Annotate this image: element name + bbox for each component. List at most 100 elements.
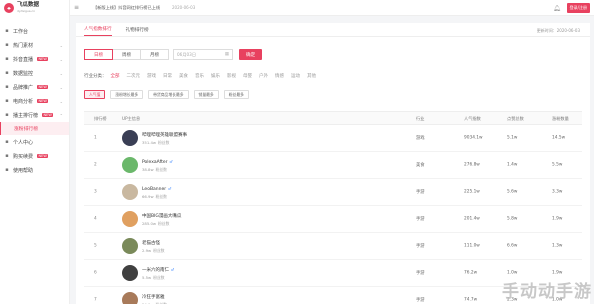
tab-0[interactable]: 人气指数排行 <box>84 26 112 36</box>
rank-number: 3 <box>94 189 97 195</box>
col-popularity[interactable]: 人气指数 <box>464 116 481 122</box>
live-icon: ▪ <box>5 56 9 62</box>
up-name[interactable]: 哔哩哔哩英雄联盟赛事 <box>142 132 187 138</box>
category-option[interactable]: 户外 <box>259 73 268 79</box>
category-option[interactable]: 情感 <box>275 73 284 79</box>
popularity-value: 276.8w <box>464 162 480 168</box>
fans-value: 66.9w <box>142 194 154 199</box>
sidebar-nav: ▪ 工作台 ▪ 热门素材 ⌄ ▪ 抖音直播 NEW ⌄ ▪ 数据监控 ⌄ ▪ 品牌推广 NEW ⌄ ▪ 电商分析 N… <box>0 24 69 177</box>
category-option[interactable]: 运动 <box>291 73 300 79</box>
avatar[interactable] <box>122 184 138 200</box>
sort-option[interactable]: 带货商品增长最多 <box>148 90 189 99</box>
col-industry: 行业 <box>416 116 425 121</box>
up-name[interactable]: 老猫古怪 <box>142 240 160 246</box>
category-option[interactable]: 美食 <box>179 73 188 79</box>
avatar[interactable] <box>122 157 138 173</box>
col-likes[interactable]: 点赞总数 <box>507 116 524 122</box>
chevron-icon: ⌄ <box>59 84 63 90</box>
logo[interactable]: 飞瓜数据 dy.feigua.cn <box>0 0 69 16</box>
likes-value: 5.1w <box>507 135 518 141</box>
sidebar-item-0[interactable]: ▪ 工作台 <box>0 24 69 38</box>
industry: 手游 <box>416 217 425 222</box>
date-value: 06月03日 <box>177 51 197 57</box>
notification-icon[interactable]: 🔔︎ <box>553 5 561 12</box>
sidebar-item-5[interactable]: ▪ 电商分析 NEW ⌄ <box>0 94 69 108</box>
date-picker[interactable]: 06月03日 ▦ <box>173 49 233 60</box>
pay-icon: ▪ <box>5 153 9 159</box>
sidebar-item-3[interactable]: ▪ 数据监控 ⌄ <box>0 66 69 80</box>
rank-number: 1 <box>94 135 97 141</box>
sidebar-item-label: 工作台 <box>13 28 29 35</box>
popularity-value: 74.7w <box>464 297 478 303</box>
fans-gain-value: 1.9w <box>552 270 563 276</box>
fans-count: 2.9w 粉丝数 <box>142 248 165 254</box>
fans-count: 351.4w 粉丝数 <box>142 140 169 146</box>
brand-icon: ▪ <box>5 84 9 90</box>
table-row[interactable]: 1 哔哩哔哩英雄联盟赛事 351.4w 粉丝数 游戏 9034.1w 5.1w 14.5w <box>84 125 582 152</box>
chevron-icon: ⌄ <box>59 42 63 48</box>
popularity-value: 201.4w <box>464 216 480 222</box>
sort-option[interactable]: 涨粉增长最多 <box>110 90 144 99</box>
industry: 美食 <box>416 163 425 168</box>
up-name-text: 冷狂手富雅 <box>142 295 165 300</box>
category-option[interactable]: 影视 <box>227 73 236 79</box>
tab-1[interactable]: 礼物排行榜 <box>126 27 149 36</box>
confirm-button[interactable]: 确定 <box>239 49 263 60</box>
period-option-2[interactable]: 月榜 <box>140 49 169 60</box>
period-option-0[interactable]: 日榜 <box>84 49 113 60</box>
category-option[interactable]: 母婴 <box>243 73 252 79</box>
category-option[interactable]: 音乐 <box>195 73 204 79</box>
sort-option[interactable]: 人气值 <box>84 90 106 99</box>
category-option[interactable]: 其他 <box>307 73 316 79</box>
top-bar: ≡ 【新版上线】抖音网红排行榜已上线 2020-06-03 🔔︎ 登录/注册 <box>70 0 594 16</box>
sort-option[interactable]: 销量最多 <box>193 90 219 99</box>
sidebar-item-1[interactable]: ▪ 热门素材 ⌄ <box>0 38 69 52</box>
avatar[interactable] <box>122 238 138 254</box>
up-name[interactable]: LeoBanner ♂ <box>142 186 172 192</box>
sidebar-item-label: 品牌推广 <box>13 84 34 91</box>
category-option[interactable]: 全部 <box>111 73 120 79</box>
chevron-icon: ⌄ <box>59 70 63 76</box>
up-name-text: LeoBanner <box>142 187 167 192</box>
up-name-text: PolexaAfter <box>142 160 168 165</box>
login-button[interactable]: 登录/注册 <box>566 3 590 13</box>
table-row[interactable]: 4 中国BIG漫画大嘴瓜 285.0w 粉丝数 手游 201.4w 5.8w 1.9w <box>84 206 582 233</box>
likes-value: 5.6w <box>507 189 518 195</box>
fans-label: 粉丝数 <box>155 167 167 172</box>
avatar[interactable] <box>122 211 138 227</box>
sidebar-item-6[interactable]: ▪ 播主排行榜 NEW ⌃ <box>0 108 69 122</box>
up-name[interactable]: 中国BIG漫画大嘴瓜 <box>142 213 181 219</box>
category-option[interactable]: 日常 <box>163 73 172 79</box>
fire-icon: ▪ <box>5 42 9 48</box>
table-header: 排行榜 UP主信息 行业 人气指数 点赞总数 涨粉数量 <box>84 111 582 125</box>
table-row[interactable]: 5 老猫古怪 2.9w 粉丝数 手游 111.0w 6.6w 1.3w <box>84 233 582 260</box>
fans-count: 5.5w 粉丝数 <box>142 275 165 281</box>
table-row[interactable]: 3 LeoBanner ♂ 66.9w 粉丝数 手游 225.1w 5.6w 3.3w <box>84 179 582 206</box>
fans-gain-value: 14.5w <box>552 135 566 141</box>
fans-value: 285.0w <box>142 221 156 226</box>
brand-name: 飞瓜数据 <box>17 2 40 9</box>
fans-count: 66.9w 粉丝数 <box>142 194 167 200</box>
up-name[interactable]: PolexaAfter ♂ <box>142 159 173 165</box>
announcement[interactable]: 【新版上线】抖音网红排行榜已上线 <box>93 5 160 11</box>
menu-icon[interactable]: ≡ <box>74 4 81 11</box>
sidebar-item-4[interactable]: ▪ 品牌推广 NEW ⌄ <box>0 80 69 94</box>
avatar[interactable] <box>122 265 138 281</box>
sidebar-item-a0[interactable]: ▪ 个人中心 <box>0 135 69 149</box>
up-name[interactable]: 冷狂手富雅 <box>142 294 165 300</box>
category-option[interactable]: 娱乐 <box>211 73 220 79</box>
sidebar-subitem-active[interactable]: 涨粉排行榜 <box>0 122 69 135</box>
chevron-icon: ⌄ <box>59 56 63 62</box>
table-row[interactable]: 2 PolexaAfter ♂ 38.8w 粉丝数 美食 276.8w 1.4w 5.5w <box>84 152 582 179</box>
sidebar-item-a1[interactable]: ▪ 购买续费 NEW <box>0 149 69 163</box>
avatar[interactable] <box>122 292 138 304</box>
sidebar-item-a2[interactable]: ▪ 使用帮助 <box>0 163 69 177</box>
category-option[interactable]: 二次元 <box>127 73 141 79</box>
col-fans-gain[interactable]: 涨粉数量 <box>552 116 569 122</box>
up-name[interactable]: 一米六的南仁 ♂ <box>142 267 174 273</box>
sort-option[interactable]: 粉丝最多 <box>223 90 249 99</box>
sidebar-item-2[interactable]: ▪ 抖音直播 NEW ⌄ <box>0 52 69 66</box>
period-option-1[interactable]: 周榜 <box>112 49 141 60</box>
category-option[interactable]: 游戏 <box>147 73 156 79</box>
avatar[interactable] <box>122 130 138 146</box>
